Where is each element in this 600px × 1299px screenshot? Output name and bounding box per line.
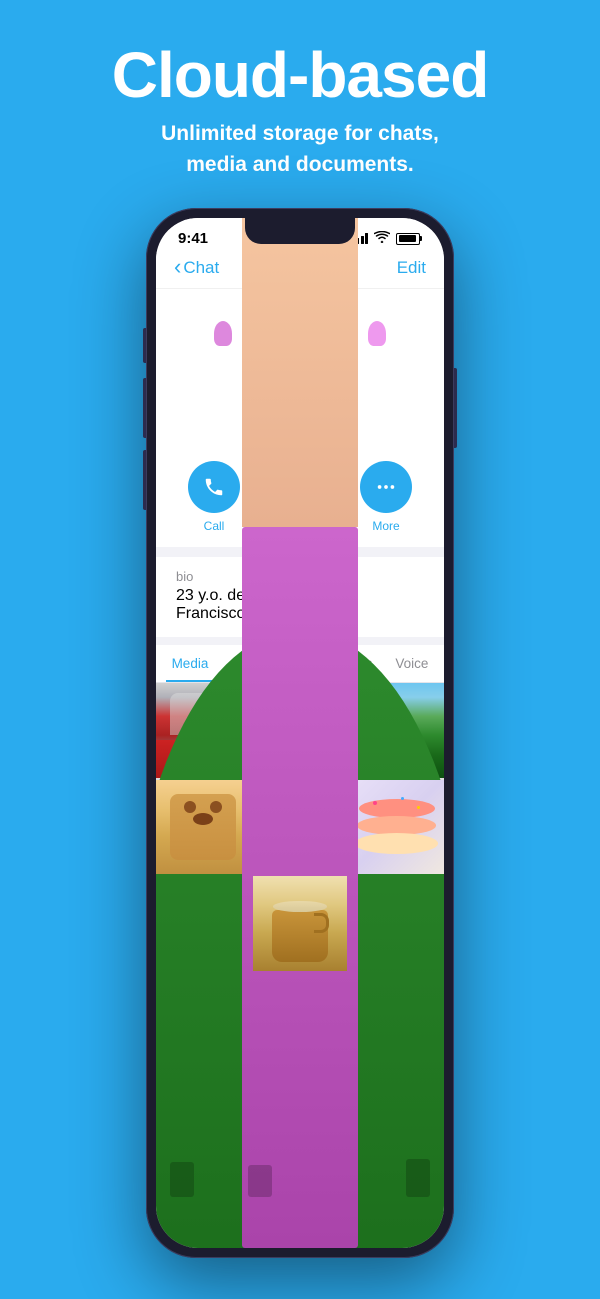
phone-outer: 9:41 xyxy=(146,208,454,1258)
status-time: 9:41 xyxy=(178,230,208,247)
more-button-circle xyxy=(360,461,412,513)
call-action[interactable]: Call xyxy=(188,461,240,533)
phone-wrapper: 9:41 xyxy=(0,198,600,1258)
media-cell-8[interactable] xyxy=(253,876,348,971)
media-cell-4[interactable] xyxy=(156,780,251,875)
media-grid: 1:32 xyxy=(156,683,444,971)
hero-section: Cloud-based Unlimited storage for chats,… xyxy=(0,0,600,198)
battery-icon xyxy=(396,233,422,245)
call-button-circle xyxy=(188,461,240,513)
media-cell-6[interactable] xyxy=(349,780,444,875)
chevron-left-icon: ‹ xyxy=(174,256,181,278)
phone-inner: 9:41 xyxy=(156,218,444,1248)
call-label: Call xyxy=(204,519,225,533)
hero-title: Cloud-based xyxy=(30,42,570,109)
tab-voice[interactable]: Voice xyxy=(389,645,434,682)
status-icons xyxy=(352,231,423,246)
tab-media[interactable]: Media xyxy=(166,645,215,682)
back-label: Chat xyxy=(183,258,219,278)
more-icon xyxy=(375,476,397,498)
wifi-icon xyxy=(374,231,390,246)
media-cell-3[interactable] xyxy=(349,683,444,778)
more-label: More xyxy=(372,519,399,533)
hero-subtitle: Unlimited storage for chats,media and do… xyxy=(30,119,570,180)
notch xyxy=(245,218,355,244)
more-action[interactable]: More xyxy=(360,461,412,533)
edit-button[interactable]: Edit xyxy=(397,258,426,278)
phone-icon xyxy=(203,476,225,498)
back-button[interactable]: ‹ Chat xyxy=(174,257,219,278)
